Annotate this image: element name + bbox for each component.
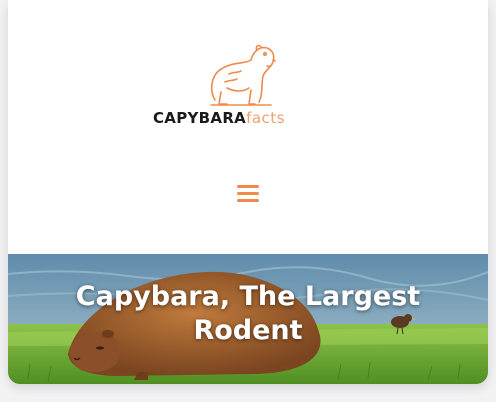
hero-title-line-1: Capybara, The Largest (75, 281, 421, 312)
brand-name-main: CAPYBARA (153, 109, 247, 127)
hero-title: Capybara, The Largest Rodent (8, 280, 488, 348)
hamburger-menu-button[interactable] (233, 180, 263, 206)
capybara-logo-icon (210, 44, 276, 106)
hero-title-line-2: Rodent (193, 315, 303, 346)
site-header-card: CAPYBARAfacts Capybara, The Largest Rode… (8, 0, 488, 384)
hero-banner: Capybara, The Largest Rodent (8, 254, 488, 384)
site-logo-wordmark: CAPYBARAfacts (153, 106, 333, 130)
brand-name-sub: facts (246, 109, 285, 127)
site-logo-link[interactable]: CAPYBARAfacts (153, 40, 333, 132)
